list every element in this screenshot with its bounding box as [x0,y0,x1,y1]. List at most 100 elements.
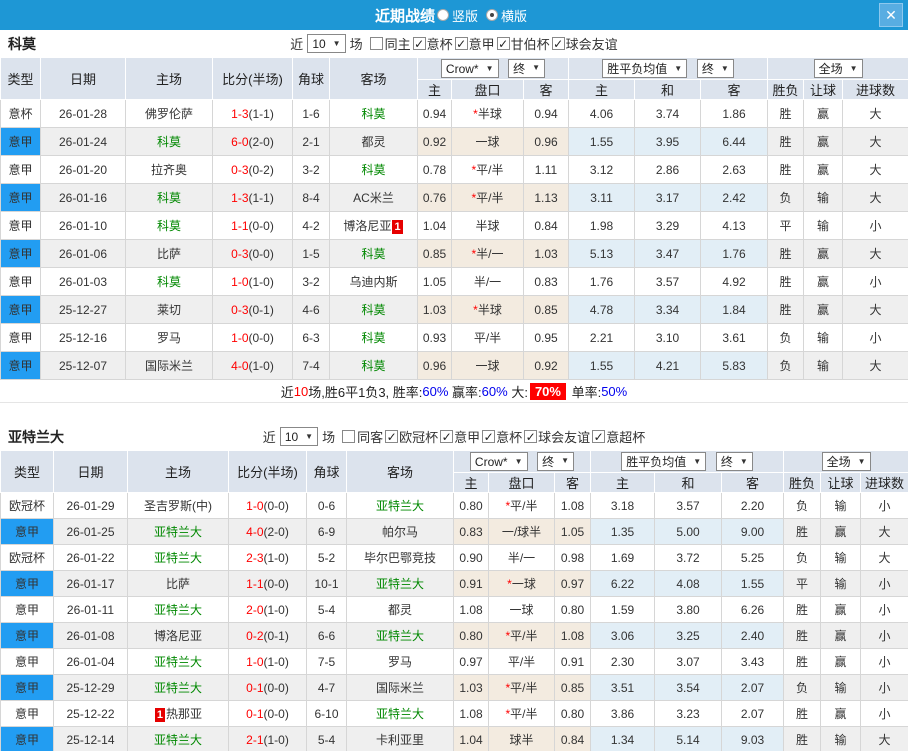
match-row: 意甲 25-12-29 亚特兰大 0-1(0-0) 4-7 国际米兰 1.03 *平/半 0.8… [0,674,908,701]
score-cell: 1-3(1-1) [212,183,293,212]
vertical-layout-label[interactable]: 竖版 [452,6,478,25]
handicap-result-cell: 赢 [803,267,844,296]
league-checkbox-label: 意杯 [496,430,523,445]
result-cell: 胜 [783,700,822,727]
league-checkbox[interactable] [440,430,454,443]
avg-draw-cell: 2.86 [634,155,702,184]
fulltime-value: 全场 [826,455,851,469]
col-header-corner: 角球 [306,450,347,493]
chevron-down-icon: ▼ [857,456,866,466]
league-checkbox[interactable] [592,430,606,443]
col-header-avg-home: 主 [590,472,656,493]
odds-away-cell: 0.94 [522,99,570,128]
avg-away-cell: 1.55 [721,570,785,597]
league-checkbox[interactable] [412,37,426,50]
league-cell: 意甲 [0,183,41,212]
avg-draw-cell: 3.29 [634,211,702,240]
final-odds-dropdown[interactable]: 终 ▼ [537,451,575,471]
chevron-down-icon: ▼ [532,63,541,73]
goals-result-cell: 小 [842,323,908,352]
goals-result-cell: 大 [842,99,908,128]
col-header-type: 类型 [0,450,54,493]
away-team-cell: 科莫 [329,323,418,352]
recent-count-select[interactable]: 10 ▼ [279,427,319,446]
close-button[interactable]: ✕ [879,3,903,27]
score-cell: 2-1(1-0) [228,726,307,751]
away-team-cell: AC米兰 [329,183,418,212]
avg-home-cell: 1.34 [590,726,656,751]
avg-home-cell: 3.51 [590,674,656,701]
horizontal-layout-radio[interactable] [486,9,498,21]
goals-result-cell: 大 [860,544,908,571]
odds-away-cell: 1.11 [522,155,570,184]
home-team-cell: 莱切 [125,295,213,324]
league-filters: 欧冠杯意甲意杯球会友谊意超杯 [383,427,645,446]
team-label: 国际米兰 [144,359,193,373]
handicap-result-cell: 赢 [803,155,844,184]
goals-result-cell: 大 [842,183,908,212]
match-row: 欧冠杯 26-01-22 亚特兰大 2-3(1-0) 5-2 毕尔巴鄂竞技 0.90 半/一 0… [0,544,908,571]
avg-type-dropdown[interactable]: 胜平负均值 ▼ [602,59,688,78]
team-label: 科莫 [361,359,386,373]
avg-away-cell: 9.00 [721,518,785,545]
league-checkbox[interactable] [496,37,510,50]
away-team-cell: 乌迪内斯 [329,267,418,296]
result-cell: 胜 [783,726,822,751]
score-cell: 1-1(0-0) [212,211,293,240]
avg-draw-cell: 3.17 [634,183,702,212]
avg-away-cell: 2.42 [700,183,769,212]
league-checkbox-label: 球会友谊 [565,37,618,52]
odds-home-cell: 0.94 [417,99,452,128]
odds-home-cell: 1.08 [453,596,489,623]
handicap-result-cell: 输 [803,183,844,212]
away-team-cell: 亚特兰大 [346,700,454,727]
league-checkbox[interactable] [524,430,538,443]
away-team-cell: 亚特兰大 [346,622,454,649]
recent-count-select[interactable]: 10 ▼ [307,34,346,53]
match-row: 意甲 25-12-27 莱切 0-3(0-1) 4-6 科莫 1.03 *半球 0.85 4.78… [0,295,908,324]
league-checkbox[interactable] [385,430,399,443]
team-label: 科莫 [156,191,181,205]
col-header-score: 比分(半场) [212,57,293,100]
horizontal-layout-label[interactable]: 横版 [501,6,527,25]
home-team-cell: 亚特兰大 [127,518,229,545]
avg-away-cell: 3.61 [700,323,769,352]
odds-home-cell: 0.92 [417,127,452,156]
corner-cell: 1-5 [292,239,330,268]
score-cell: 1-0(0-0) [228,492,307,519]
avg-away-cell: 5.25 [721,544,785,571]
games-label: 场 [349,37,363,52]
league-checkbox[interactable] [551,37,565,50]
same-away-checkbox[interactable] [342,430,356,443]
handicap-cell: 一球 [451,127,524,156]
score-cell: 4-0(2-0) [228,518,307,545]
result-cell: 胜 [783,622,822,649]
avg-final-dropdown[interactable]: 终 ▼ [715,452,753,471]
final-odds-dropdown[interactable]: 终 ▼ [508,58,546,78]
avg-type-dropdown[interactable]: 胜平负均值 ▼ [621,452,707,471]
handicap-cell: 一球 [488,596,555,623]
team-label: 都灵 [387,603,412,617]
league-cell: 意甲 [0,518,54,545]
avg-home-cell: 3.86 [590,700,656,727]
bookmaker-dropdown[interactable]: Crow* ▼ [469,452,528,472]
goals-result-cell: 小 [860,622,908,649]
avg-draw-cell: 3.72 [654,544,723,571]
league-checkbox[interactable] [454,37,468,50]
result-cell: 平 [783,570,822,597]
vertical-layout-radio[interactable] [436,9,449,21]
home-team-cell: 亚特兰大 [127,544,229,571]
team-label: 罗马 [156,331,181,345]
same-home-checkbox[interactable] [369,37,383,50]
odds-home-cell: 0.83 [453,518,489,545]
avg-final-dropdown[interactable]: 终 ▼ [696,59,734,78]
match-row: 意甲 25-12-16 罗马 1-0(0-0) 6-3 科莫 0.93 平/半 0.95 2.21… [0,323,908,352]
star-mark: * [471,191,477,205]
fulltime-dropdown[interactable]: 全场 ▼ [813,59,863,78]
league-checkbox[interactable] [482,430,496,443]
bookmaker-dropdown[interactable]: Crow* ▼ [440,59,499,79]
star-mark: * [505,499,511,513]
fulltime-dropdown[interactable]: 全场 ▼ [821,452,871,471]
odds-away-cell: 0.98 [553,544,592,571]
date-cell: 25-12-16 [40,323,126,352]
